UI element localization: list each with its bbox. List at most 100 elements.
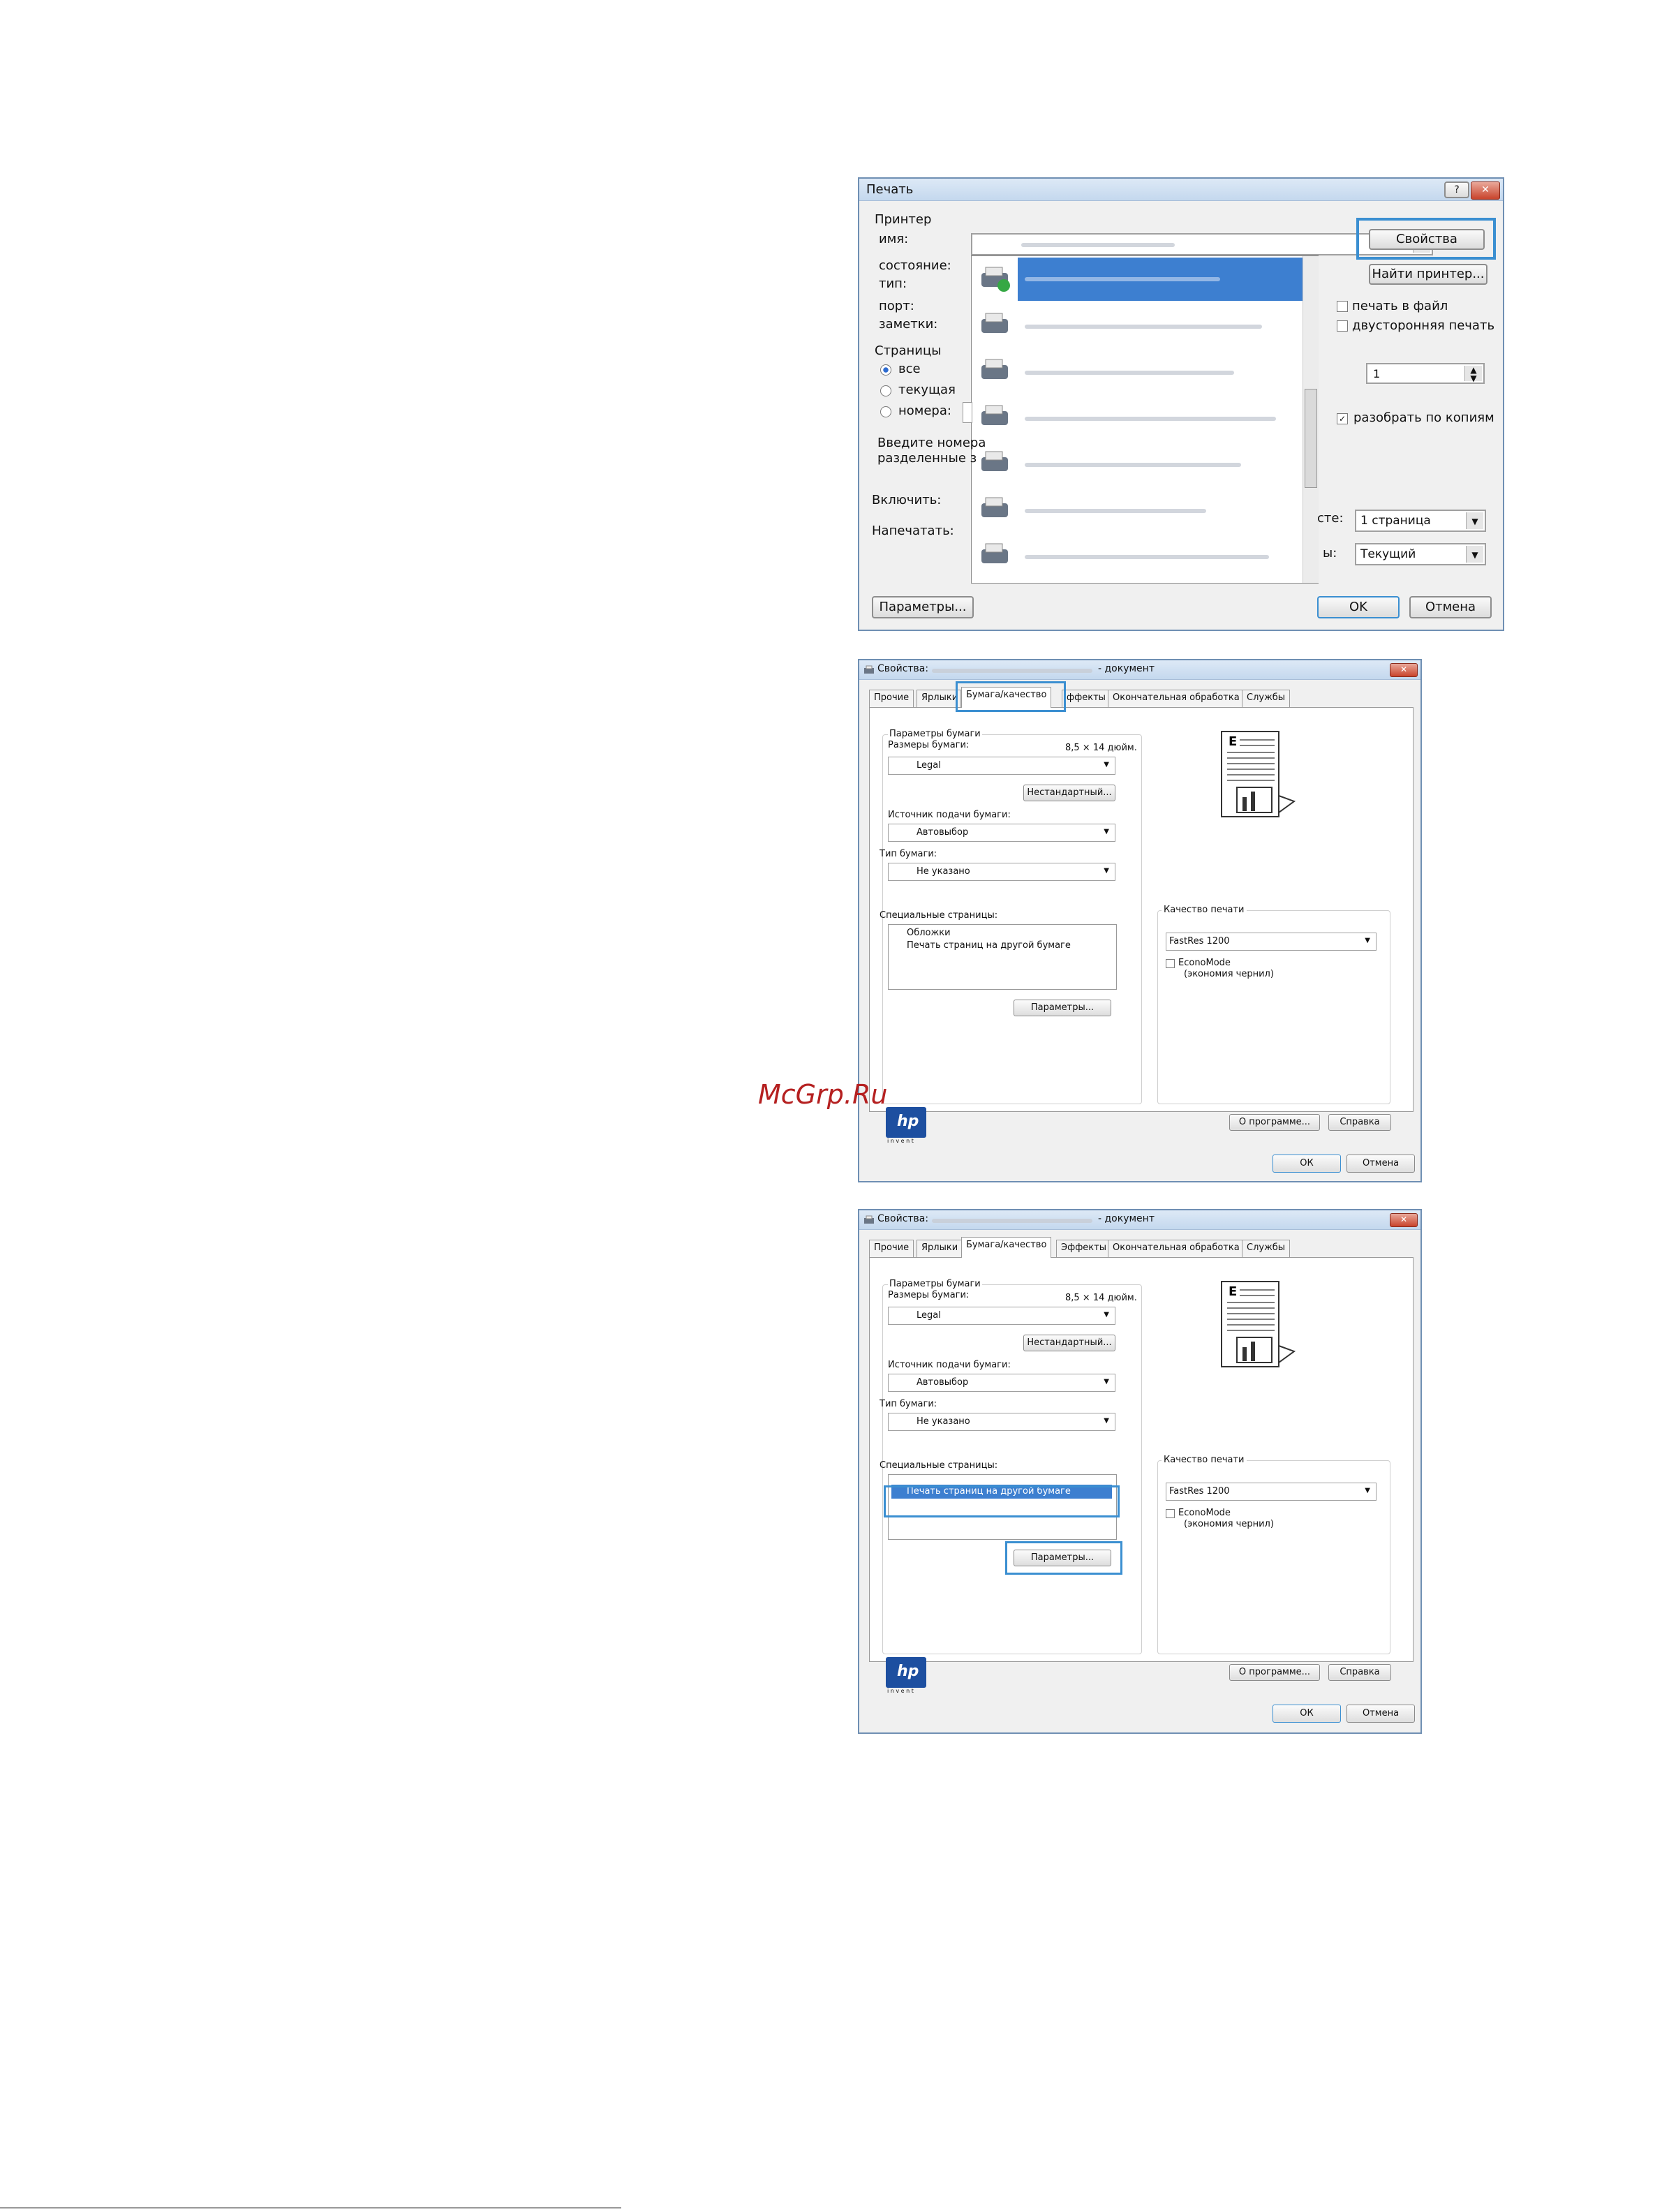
all-label: все <box>898 362 921 376</box>
economode-checkbox[interactable] <box>1166 1509 1175 1518</box>
close-icon[interactable]: ✕ <box>1471 181 1500 200</box>
printer-icon <box>981 543 1008 563</box>
close-icon[interactable]: ✕ <box>1390 1213 1418 1227</box>
printer-item-text <box>1025 417 1276 421</box>
scrollbar-thumb[interactable] <box>1305 389 1317 488</box>
economode-checkbox[interactable] <box>1166 959 1175 968</box>
about-button[interactable]: О программе... <box>1229 1664 1320 1681</box>
close-icon[interactable]: ✕ <box>1390 663 1418 677</box>
ok-button[interactable]: ОК <box>1273 1155 1341 1173</box>
options-button[interactable]: Параметры... <box>872 596 974 618</box>
ok-button[interactable]: ОК <box>1273 1705 1341 1723</box>
paper-source-value: Автовыбор <box>917 827 969 838</box>
printer-item-text <box>1025 325 1262 329</box>
pages-input[interactable] <box>963 402 972 423</box>
economode-label: EconoMode <box>1178 958 1231 968</box>
all-radio[interactable] <box>880 364 891 376</box>
cancel-button[interactable]: Отмена <box>1409 596 1492 618</box>
svg-text:E: E <box>1229 1284 1237 1299</box>
tab-shortcuts[interactable]: Ярлыки <box>917 1240 963 1258</box>
printer-icon <box>981 405 1008 425</box>
pages-radio[interactable] <box>880 406 891 417</box>
print-quality-select[interactable]: FastRes 1200 ▼ <box>1166 933 1377 951</box>
current-radio[interactable] <box>880 385 891 396</box>
print-dialog-title: Печать <box>866 182 914 197</box>
about-button[interactable]: О программе... <box>1229 1114 1320 1131</box>
print-what-label: Напечатать: <box>872 524 954 538</box>
tab-effects[interactable]: Эффекты <box>1056 1240 1111 1258</box>
economode-note: (экономия чернил) <box>1184 969 1274 979</box>
printer-dropdown-list[interactable] <box>971 255 1319 584</box>
chevron-down-icon[interactable]: ▼ <box>1104 828 1109 836</box>
paper-size-select[interactable]: Legal ▼ <box>888 757 1115 775</box>
cancel-button[interactable]: Отмена <box>1346 1705 1415 1723</box>
collate-checkbox[interactable]: ✓ <box>1337 413 1348 424</box>
tab-other[interactable]: Прочие <box>869 690 914 708</box>
paper-size-select[interactable]: Legal ▼ <box>888 1307 1115 1325</box>
chevron-down-icon[interactable]: ▼ <box>1365 1487 1370 1494</box>
printer-name-blurred <box>1021 243 1175 247</box>
special-pages-params-button[interactable]: Параметры... <box>1014 1000 1111 1016</box>
find-printer-button[interactable]: Найти принтер... <box>1369 264 1487 285</box>
paper-size-dimensions: 8,5 × 14 дюйм. <box>1065 743 1137 753</box>
tab-services[interactable]: Службы <box>1242 690 1291 708</box>
custom-size-button[interactable]: Нестандартный... <box>1023 785 1115 801</box>
chevron-down-icon[interactable]: ▼ <box>1365 937 1370 944</box>
ok-button[interactable]: OK <box>1317 596 1400 618</box>
collate-label: разобрать по копиям <box>1353 410 1494 425</box>
scale-select[interactable]: Текущий ▼ <box>1355 543 1486 565</box>
list-item[interactable]: Печать страниц на другой бумаге <box>907 940 1071 951</box>
spinner-arrows-icon[interactable]: ▲ ▼ <box>1464 366 1482 383</box>
printer-icon <box>864 1215 874 1224</box>
properties-button[interactable]: Свойства <box>1369 229 1485 250</box>
pages-per-sheet-select[interactable]: 1 страница ▼ <box>1355 510 1486 532</box>
chevron-down-icon[interactable]: ▼ <box>1466 512 1483 529</box>
help-icon[interactable]: ? <box>1444 181 1469 198</box>
pages-label: номера: <box>898 403 951 418</box>
print-quality-select[interactable]: FastRes 1200 ▼ <box>1166 1483 1377 1501</box>
chevron-down-icon[interactable]: ▼ <box>1466 546 1483 563</box>
tab-finishing[interactable]: Окончательная обработка <box>1108 690 1245 708</box>
cancel-button[interactable]: Отмена <box>1346 1155 1415 1173</box>
pages-hint-line2: разделенные з <box>877 451 977 466</box>
special-pages-highlight <box>884 1485 1120 1517</box>
dropdown-scrollbar[interactable] <box>1303 256 1319 583</box>
list-item[interactable]: Обложки <box>907 928 951 938</box>
printer-item-selected[interactable] <box>1018 258 1303 301</box>
printer-name-blurred <box>932 1219 1092 1223</box>
tab-services[interactable]: Службы <box>1242 1240 1291 1258</box>
custom-size-button[interactable]: Нестандартный... <box>1023 1335 1115 1351</box>
copies-spinner[interactable]: 1 ▲ ▼ <box>1366 363 1485 384</box>
chevron-down-icon[interactable]: ▼ <box>1104 1311 1109 1319</box>
tab-shortcuts[interactable]: Ярлыки <box>917 690 961 708</box>
paper-type-select[interactable]: Не указано ▼ <box>888 1413 1115 1431</box>
tab-effects[interactable]: ффекты <box>1062 690 1111 708</box>
tab-other[interactable]: Прочие <box>869 1240 914 1258</box>
properties-title-suffix: - документ <box>1098 663 1155 674</box>
tab-panel: Параметры бумаги Размеры бумаги: 8,5 × 1… <box>869 1257 1414 1662</box>
print-to-file-checkbox[interactable] <box>1337 301 1348 312</box>
print-quality-value: FastRes 1200 <box>1169 936 1230 947</box>
help-button[interactable]: Справка <box>1328 1664 1391 1681</box>
paper-source-select[interactable]: Автовыбор ▼ <box>888 1374 1115 1392</box>
paper-size-dimensions: 8,5 × 14 дюйм. <box>1065 1293 1137 1303</box>
chevron-down-icon[interactable]: ▼ <box>1104 1378 1109 1386</box>
chevron-down-icon[interactable]: ▼ <box>1104 1417 1109 1425</box>
tab-paper-quality[interactable]: Бумага/качество <box>961 1237 1052 1258</box>
tab-finishing[interactable]: Окончательная обработка <box>1108 1240 1245 1258</box>
chevron-down-icon[interactable]: ▼ <box>1104 867 1109 875</box>
paper-type-select[interactable]: Не указано ▼ <box>888 863 1115 881</box>
duplex-checkbox[interactable] <box>1337 320 1348 332</box>
paper-type-label: Тип бумаги: <box>880 849 937 859</box>
notes-label: заметки: <box>879 317 938 332</box>
tab-panel: Параметры бумаги Размеры бумаги: 8,5 × 1… <box>869 707 1414 1112</box>
scale-value: Текущий <box>1360 547 1416 561</box>
special-pages-params-button[interactable]: Параметры... <box>1014 1550 1111 1566</box>
paper-source-select[interactable]: Автовыбор ▼ <box>888 824 1115 842</box>
help-button[interactable]: Справка <box>1328 1114 1391 1131</box>
paper-type-value: Не указано <box>917 866 970 877</box>
chevron-down-icon[interactable]: ▼ <box>1104 761 1109 769</box>
special-pages-list[interactable]: Обложки Печать страниц на другой бумаге <box>888 924 1117 990</box>
pages-group-label: Страницы <box>875 343 942 358</box>
include-label: Включить: <box>872 493 942 507</box>
